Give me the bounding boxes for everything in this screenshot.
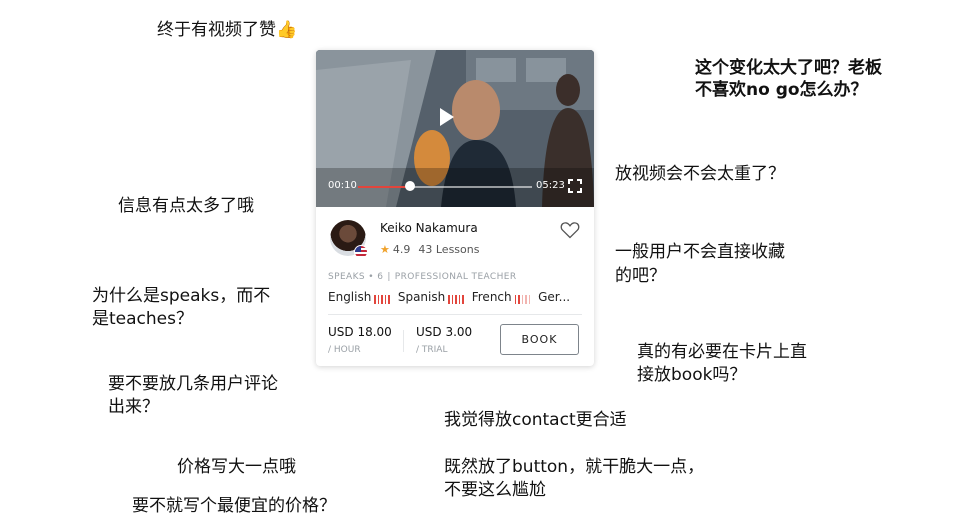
language-level-bar — [384, 295, 387, 304]
play-icon[interactable] — [440, 108, 454, 126]
note-cheapest-price: 要不就写个最便宜的价格？ — [132, 496, 336, 516]
tutor-info: Keiko Nakamura ★ 4.9 43 Lessons — [316, 207, 594, 277]
speaks-label: SPEAKS • 6 — [328, 272, 384, 282]
price-trial-unit: / TRIAL — [416, 345, 448, 355]
note-reviews-line1: 要不要放几条用户评论 — [108, 374, 278, 394]
language-level-bar — [528, 295, 531, 304]
language-item: French — [472, 290, 532, 304]
language-name: Ger... — [538, 290, 571, 304]
note-favorite-line1: 一般用户不会直接收藏 — [615, 242, 785, 262]
heart-icon[interactable] — [560, 221, 580, 239]
price-trial-amount: USD 3.00 — [416, 325, 473, 339]
language-level-bar — [458, 295, 461, 304]
note-price-size: 价格写大一点哦 — [177, 457, 296, 477]
note-button-line2: 不要这么尴尬 — [444, 480, 546, 500]
language-level-bar — [377, 295, 380, 304]
language-item: Spanish — [398, 290, 466, 304]
price-hourly: USD 18.00 / HOUR — [328, 325, 392, 355]
note-speaks-line2: 是teaches？ — [92, 309, 193, 329]
note-contact: 我觉得放contact更合适 — [444, 410, 627, 430]
language-name: English — [328, 290, 372, 304]
note-book-line1: 真的有必要在卡片上直 — [637, 342, 807, 362]
us-flag-icon — [354, 245, 368, 259]
price-hourly-unit: / HOUR — [328, 345, 361, 355]
language-level-bar — [514, 295, 517, 304]
language-level-bars — [448, 293, 466, 304]
price-hourly-amount: USD 18.00 — [328, 325, 392, 339]
tutor-name[interactable]: Keiko Nakamura — [380, 221, 478, 235]
lesson-count: 43 Lessons — [418, 243, 480, 256]
note-boss-concern-line1: 这个变化太大了吧？老板 — [695, 58, 882, 78]
language-level-bars — [514, 293, 533, 304]
video-progress-track[interactable] — [358, 186, 532, 188]
star-icon: ★ — [380, 243, 390, 256]
language-list: English Spanish French Ger... — [328, 290, 576, 304]
note-video-weight: 放视频会不会太重了？ — [615, 164, 785, 184]
price-trial: USD 3.00 / TRIAL — [416, 325, 472, 355]
language-level-bar — [448, 295, 450, 304]
note-book-line2: 接放book吗？ — [637, 365, 747, 385]
note-too-much-info: 信息有点太多了哦 — [118, 196, 254, 216]
role-label: PROFESSIONAL TEACHER — [394, 272, 517, 282]
language-level-bar — [374, 295, 376, 304]
rating-value: 4.9 — [392, 243, 411, 256]
book-button[interactable]: BOOK — [500, 324, 579, 355]
tutor-rating: ★ 4.9 43 Lessons — [380, 243, 479, 256]
video-progress-fill — [358, 186, 411, 188]
language-level-bar — [521, 295, 524, 304]
language-level-bar — [525, 295, 527, 304]
divider — [328, 314, 582, 315]
language-level-bar — [462, 295, 464, 304]
fullscreen-icon[interactable] — [568, 179, 582, 193]
language-name: Spanish — [397, 290, 446, 304]
language-level-bar — [388, 295, 390, 304]
note-video-praise: 终于有视频了赞👍 — [157, 20, 298, 40]
language-level-bars — [374, 293, 392, 304]
note-speaks-line1: 为什么是speaks，而不 — [92, 286, 271, 306]
language-level-bar — [381, 295, 383, 304]
language-level-bar — [455, 295, 457, 304]
language-item: Ger... — [538, 290, 570, 304]
note-button-line1: 既然放了button，就干脆大一点， — [444, 457, 705, 477]
video-player[interactable]: 00:10 05:23 — [316, 50, 594, 207]
tutor-card[interactable]: 00:10 05:23 Keiko Nakamura ★ 4.9 43 Lesson… — [316, 50, 594, 366]
language-level-bar — [451, 295, 454, 304]
note-reviews-line2: 出来？ — [108, 397, 159, 417]
language-item: English — [328, 290, 392, 304]
note-boss-concern-line2: 不喜欢no go怎么办？ — [695, 80, 868, 100]
speaks-info: SPEAKS • 6 | PROFESSIONAL TEACHER — [328, 272, 517, 282]
note-favorite-line2: 的吧？ — [615, 266, 666, 286]
language-level-bar — [518, 295, 520, 304]
price-divider — [403, 330, 404, 352]
language-name: French — [471, 290, 512, 304]
video-current-time: 00:10 — [328, 180, 357, 191]
video-duration: 05:23 — [536, 180, 565, 191]
speaks-separator: | — [387, 272, 391, 282]
